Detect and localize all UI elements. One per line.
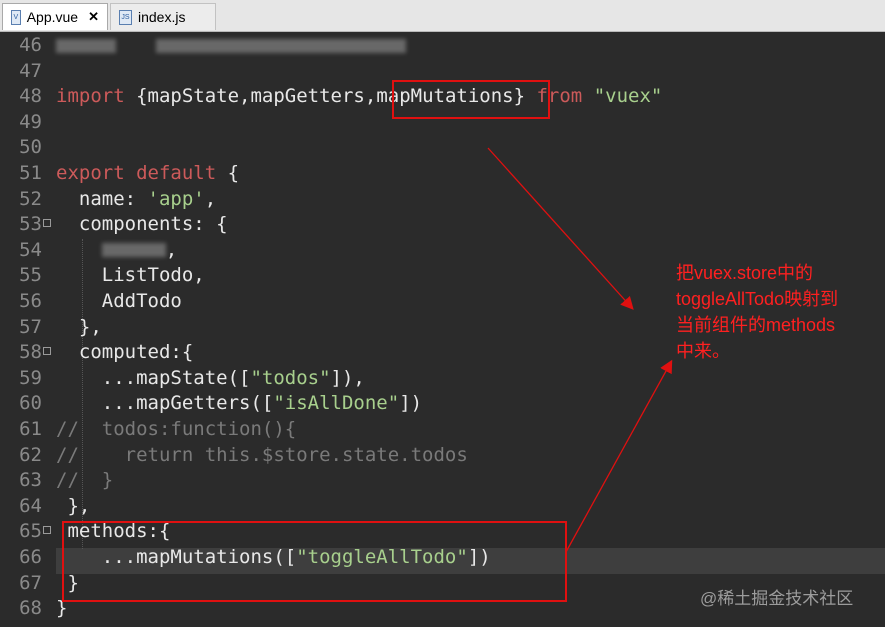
arrow-to-note	[487, 147, 634, 310]
note-line: 中来。	[676, 341, 730, 361]
note-line: toggleAllTodo映射到	[676, 289, 839, 309]
arrow-from-methods	[565, 359, 673, 553]
note-line: 当前组件的methods	[676, 315, 836, 335]
annotation-note: 把vuex.store中的 toggleAllTodo映射到 当前组件的meth…	[676, 260, 881, 364]
watermark: @稀土掘金技术社区	[700, 589, 854, 608]
note-line: 把vuex.store中的	[676, 263, 814, 283]
